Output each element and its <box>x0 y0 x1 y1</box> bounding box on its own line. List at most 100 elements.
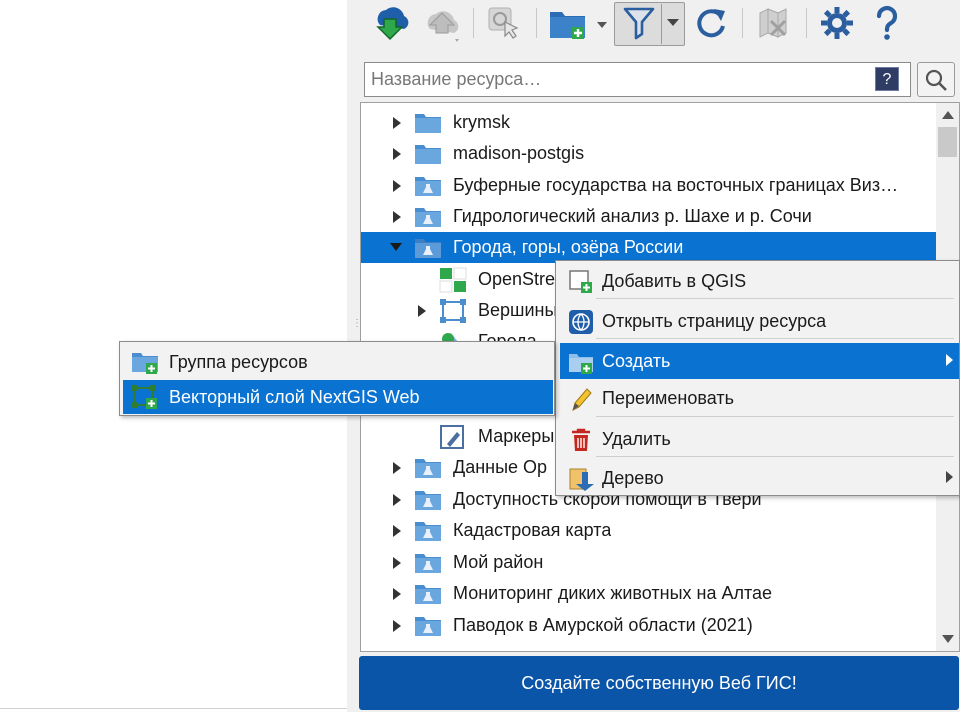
expand-arrow-icon <box>393 180 401 192</box>
tree-item-label: Маркеры <box>478 426 555 446</box>
scrollbar-thumb[interactable] <box>938 127 957 157</box>
menu-separator <box>596 416 954 417</box>
expand-arrow-icon <box>393 620 401 632</box>
download-icon <box>376 7 409 41</box>
submenu-item-label: Векторный слой NextGIS Web <box>169 386 420 407</box>
preview-button[interactable] <box>482 2 526 44</box>
style-icon <box>440 425 464 449</box>
toolbar-separator <box>806 8 807 38</box>
expand-arrow-icon <box>393 211 401 223</box>
vector-layer-icon <box>440 299 466 323</box>
delete-icon <box>759 8 787 38</box>
submenu-item-vector-layer[interactable]: Векторный слой NextGIS Web <box>123 380 553 414</box>
tree-item-label: Буферные государства на восточных границ… <box>453 175 899 195</box>
tree-item-label: Города, горы, озёра России <box>453 237 684 257</box>
tree-item[interactable]: Мой район <box>361 547 936 578</box>
project-folder-icon <box>415 177 441 196</box>
refresh-button[interactable] <box>690 2 732 44</box>
scroll-up-icon[interactable] <box>942 111 954 119</box>
upload-icon <box>427 11 459 42</box>
menu-item-tree[interactable]: Дерево <box>560 460 959 496</box>
menu-item-label: Создать <box>602 350 671 371</box>
download-button[interactable] <box>368 2 412 44</box>
tree-item[interactable]: krymsk <box>361 107 936 138</box>
search-icon <box>925 69 947 91</box>
tree-item[interactable]: madison-postgis <box>361 138 936 169</box>
menu-item-add-to-qgis[interactable]: Добавить в QGIS <box>560 263 959 299</box>
filter-toggle[interactable] <box>618 2 660 44</box>
help-button[interactable] <box>866 2 908 44</box>
tree-icon <box>569 468 594 491</box>
new-resource-button[interactable] <box>546 2 610 44</box>
menu-item-rename[interactable]: Переименовать <box>560 380 959 416</box>
tree-item-label: krymsk <box>453 112 510 132</box>
search-field: ? <box>364 62 911 97</box>
scroll-down-icon[interactable] <box>942 635 954 643</box>
filter-dropdown-divider <box>661 4 662 44</box>
expand-arrow-icon <box>393 557 401 569</box>
search-input[interactable] <box>371 63 866 96</box>
menu-item-open-resource-page[interactable]: Открыть страницу ресурса <box>560 303 959 339</box>
search-help-button[interactable]: ? <box>875 67 899 91</box>
tree-item[interactable]: Кадастровая карта <box>361 515 936 546</box>
create-web-gis-button[interactable]: Создайте собственную Веб ГИС! <box>359 656 959 710</box>
toolbar-separator <box>536 8 537 38</box>
menu-item-delete[interactable]: Удалить <box>560 421 959 457</box>
tree-item-label: madison-postgis <box>453 143 585 163</box>
pencil-icon <box>572 388 592 411</box>
add-to-qgis-icon <box>569 270 592 293</box>
splitter-grip[interactable]: ⋮ <box>352 319 362 336</box>
upload-button[interactable] <box>420 2 464 44</box>
create-folder-icon <box>569 354 593 374</box>
resource-group-icon <box>132 353 158 374</box>
menu-item-label: Переименовать <box>602 387 734 408</box>
expand-arrow-icon <box>393 117 401 129</box>
expand-arrow-icon <box>393 494 401 506</box>
tree-item-selected[interactable]: Города, горы, озёра России <box>361 232 936 263</box>
basemap-icon <box>439 267 467 293</box>
delete-disabled-button[interactable] <box>752 2 794 44</box>
toolbar-separator <box>742 8 743 38</box>
project-folder-icon <box>415 491 441 510</box>
project-folder-icon <box>415 585 441 604</box>
tree-item[interactable]: Гидрологический анализ р. Шахе и р. Сочи <box>361 201 936 232</box>
menu-separator <box>596 338 954 339</box>
filter-icon <box>623 7 655 40</box>
menu-item-label: Открыть страницу ресурса <box>602 310 827 331</box>
tree-item-label: OpenStre <box>478 269 556 289</box>
tree-item[interactable]: Буферные государства на восточных границ… <box>361 170 936 201</box>
tree-item-label: Паводок в Амурской области (2021) <box>453 615 753 635</box>
tree-item-label: Кадастровая карта <box>453 520 612 540</box>
submenu-arrow-icon <box>946 354 953 366</box>
search-button[interactable] <box>917 62 955 97</box>
tree-item[interactable]: Паводок в Амурской области (2021) <box>361 610 936 641</box>
tree-item[interactable]: Мониторинг диких животных на Алтае <box>361 578 936 609</box>
project-folder-icon <box>415 208 441 227</box>
project-folder-icon <box>415 239 441 258</box>
menu-item-create[interactable]: Создать <box>560 343 959 379</box>
divider <box>0 708 347 709</box>
expand-arrow-icon <box>393 148 401 160</box>
expand-arrow-icon <box>393 588 401 600</box>
create-submenu: Группа ресурсов Векторный слой NextGIS W… <box>119 341 555 416</box>
folder-icon <box>415 114 441 133</box>
project-folder-icon <box>415 522 441 541</box>
tree-item-label: Данные Ор <box>453 457 548 477</box>
settings-icon <box>821 7 853 39</box>
filter-dropdown-button[interactable] <box>663 2 683 44</box>
menu-item-label: Добавить в QGIS <box>602 270 747 291</box>
project-folder-icon <box>415 617 441 636</box>
menu-item-label: Дерево <box>602 467 664 488</box>
settings-button[interactable] <box>816 2 858 44</box>
globe-icon <box>569 310 593 334</box>
chevron-down-icon <box>667 19 679 26</box>
folder-icon <box>415 145 441 164</box>
submenu-item-resource-group[interactable]: Группа ресурсов <box>123 345 553 379</box>
tree-item-label: Мониторинг диких животных на Алтае <box>453 583 773 603</box>
toolbar-separator <box>473 8 474 38</box>
trash-icon <box>572 428 590 451</box>
expand-arrow-icon <box>393 462 401 474</box>
menu-separator <box>596 298 954 299</box>
cursor-image-icon <box>488 7 519 39</box>
new-folder-icon <box>550 12 607 39</box>
